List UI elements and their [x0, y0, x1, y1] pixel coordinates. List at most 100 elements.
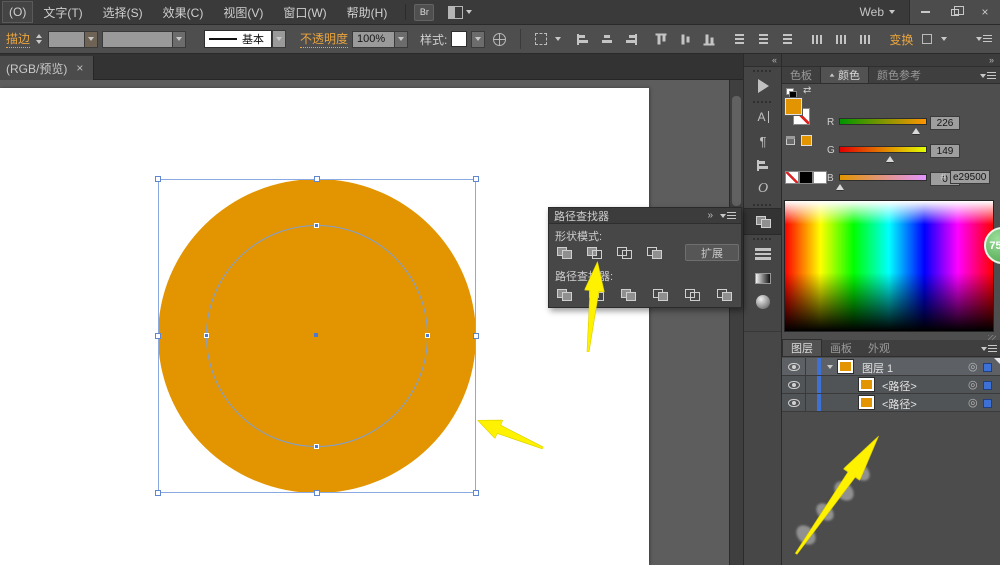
dock-grip[interactable] [753, 238, 773, 240]
trim-button[interactable] [584, 286, 608, 304]
layer-thumbnail[interactable] [838, 360, 853, 373]
collapse-panel-icon[interactable]: » [707, 210, 713, 221]
selection-handle[interactable] [155, 333, 161, 339]
anchor-point[interactable] [314, 223, 319, 228]
opacity-select[interactable]: 100% [352, 31, 408, 48]
none-swatch[interactable] [785, 171, 799, 184]
variable-width-select[interactable] [102, 31, 186, 48]
vertical-scrollbar[interactable] [729, 80, 743, 565]
menu-type[interactable]: 文字(T) [33, 1, 92, 24]
control-panel-menu-icon[interactable] [976, 34, 992, 44]
fill-swatch[interactable] [785, 98, 802, 115]
selection-square-icon[interactable] [983, 381, 992, 390]
tab-swatches[interactable]: 色板 [782, 66, 820, 83]
anchor-point[interactable] [314, 444, 319, 449]
path-name[interactable]: <路径> [882, 396, 917, 412]
visibility-toggle[interactable] [782, 394, 806, 411]
opentype-panel-button[interactable]: O [744, 177, 782, 201]
visibility-toggle[interactable] [782, 358, 806, 375]
align-horizontal-center-button[interactable] [597, 29, 617, 49]
menu-effect[interactable]: 效果(C) [153, 1, 214, 24]
tab-layers[interactable]: 图层 [782, 339, 822, 356]
menu-window[interactable]: 窗口(W) [273, 1, 336, 24]
default-swatches-icon[interactable] [786, 88, 797, 98]
target-circle-icon[interactable]: ◎ [968, 360, 978, 373]
distribute-vertical-center-button[interactable] [753, 29, 773, 49]
channel-value-field[interactable]: 226 [930, 116, 960, 130]
dock-grip[interactable] [753, 204, 773, 206]
distribute-bottom-button[interactable] [777, 29, 797, 49]
minus-front-button[interactable] [582, 244, 606, 262]
distribute-right-button[interactable] [855, 29, 875, 49]
tab-color-guide[interactable]: 颜色参考 [869, 66, 929, 83]
distribute-top-button[interactable] [729, 29, 749, 49]
layer-row[interactable]: <路径> ◎ [782, 376, 1000, 394]
color-slider-track[interactable] [839, 174, 927, 181]
symbols-panel-button[interactable] [744, 74, 782, 98]
distribute-horizontal-center-button[interactable] [831, 29, 851, 49]
selection-handle[interactable] [473, 176, 479, 182]
selection-handle[interactable] [155, 176, 161, 182]
anchor-point-button[interactable] [917, 29, 937, 49]
crop-button[interactable] [648, 286, 672, 304]
white-swatch[interactable] [813, 171, 827, 184]
close-button[interactable]: × [970, 0, 1000, 24]
color-spectrum[interactable] [784, 200, 994, 332]
gradient-panel-button[interactable] [744, 266, 782, 290]
anchor-dropdown-icon[interactable] [941, 37, 947, 41]
globe-icon[interactable] [493, 33, 506, 46]
brush-definition-select[interactable]: 基本 [204, 30, 286, 48]
dock-collapse-button[interactable]: « [744, 54, 781, 67]
unite-button[interactable] [552, 244, 576, 262]
tab-appearance[interactable]: 外观 [860, 339, 898, 356]
minimize-button[interactable] [910, 0, 940, 24]
minus-back-button[interactable] [712, 286, 736, 304]
stroke-weight-stepper[interactable] [36, 34, 42, 44]
distribute-left-button[interactable] [807, 29, 827, 49]
color-slider-thumb[interactable] [836, 184, 844, 190]
align-panel-button[interactable] [744, 153, 782, 177]
swap-fill-stroke-icon[interactable]: ⇄ [803, 85, 811, 96]
target-circle-icon[interactable]: ◎ [968, 396, 978, 409]
pathfinder-title-bar[interactable]: 路径查找器 » [549, 208, 741, 224]
workspace-switcher[interactable]: Web [846, 5, 909, 19]
intersect-button[interactable] [612, 244, 636, 262]
opacity-link[interactable]: 不透明度 [300, 30, 348, 48]
character-panel-button[interactable]: A [744, 105, 782, 129]
selection-handle[interactable] [314, 176, 320, 182]
selection-handle[interactable] [473, 333, 479, 339]
exclude-button[interactable] [642, 244, 666, 262]
style-dropdown[interactable] [471, 31, 485, 48]
black-swatch[interactable] [799, 171, 813, 184]
stroke-link[interactable]: 描边 [6, 30, 30, 48]
layer-thumbnail[interactable] [859, 378, 874, 391]
visibility-toggle[interactable] [782, 376, 806, 393]
align-vertical-center-button[interactable] [675, 29, 695, 49]
tab-color[interactable]: 颜色 [820, 66, 869, 83]
arrange-documents-dropdown-icon[interactable] [466, 10, 472, 14]
scrollbar-thumb[interactable] [732, 96, 741, 206]
path-name[interactable]: <路径> [882, 378, 917, 394]
disclosure-triangle-icon[interactable] [827, 365, 833, 369]
align-bottom-button[interactable] [699, 29, 719, 49]
restore-button[interactable] [940, 0, 970, 24]
stroke-panel-button[interactable] [744, 242, 782, 266]
arrange-documents-icon[interactable] [448, 6, 463, 19]
layer-name[interactable]: 图层 1 [862, 360, 893, 376]
center-point[interactable] [314, 333, 318, 337]
target-circle-icon[interactable]: ◎ [968, 378, 978, 391]
transform-link[interactable]: 变换 [889, 31, 913, 48]
dock-grip[interactable] [753, 101, 773, 103]
merge-button[interactable] [616, 286, 640, 304]
outline-button[interactable] [680, 286, 704, 304]
selection-handle[interactable] [473, 490, 479, 496]
selection-handle[interactable] [155, 490, 161, 496]
anchor-point[interactable] [425, 333, 430, 338]
tab-artboards[interactable]: 画板 [822, 339, 860, 356]
transparency-panel-button[interactable] [744, 290, 782, 314]
align-top-button[interactable] [651, 29, 671, 49]
canvas-area[interactable] [0, 80, 743, 565]
color-slider-thumb[interactable] [886, 156, 894, 162]
pathfinder-panel-button[interactable] [744, 208, 782, 235]
color-slider-thumb[interactable] [912, 128, 920, 134]
